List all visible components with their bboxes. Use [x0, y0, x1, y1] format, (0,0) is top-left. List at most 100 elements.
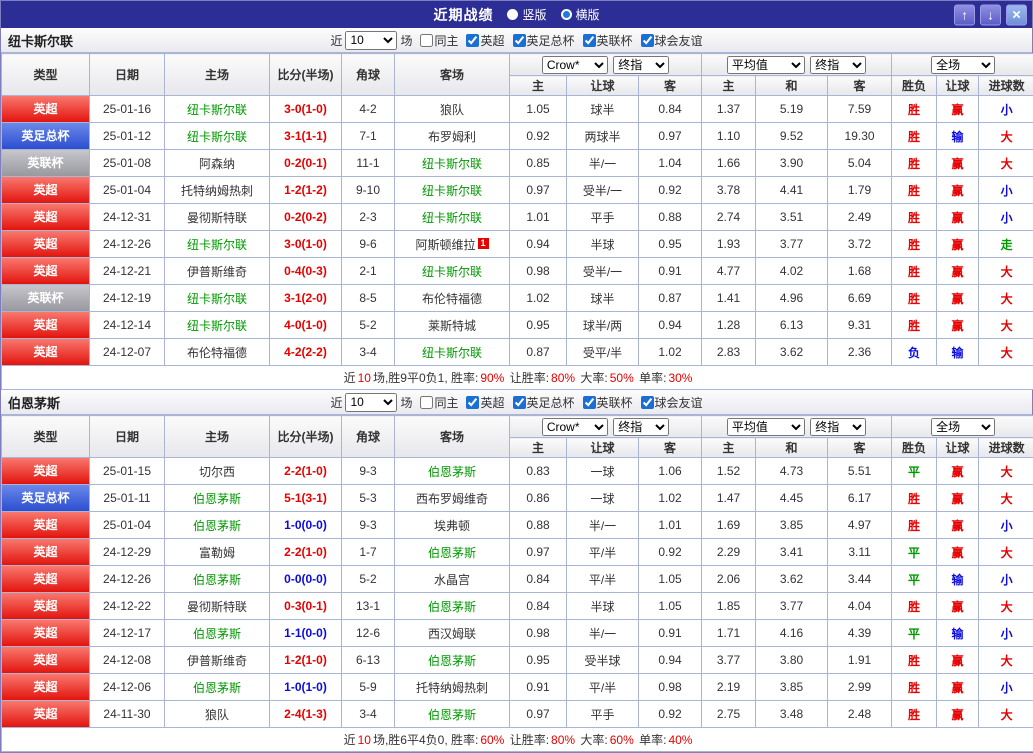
same-venue-checkbox[interactable]: 同主 [420, 32, 458, 49]
avg-stage-select[interactable]: 终指 [810, 56, 866, 74]
odds-stage-select[interactable]: 终指 [613, 418, 669, 436]
friendly-checkbox[interactable]: 球会友谊 [641, 394, 703, 411]
odds-handicap: 半/一 [567, 620, 639, 647]
result-goals: 走 [979, 231, 1033, 258]
avg-draw: 3.41 [756, 539, 828, 566]
avg-odds-header: 平均值 终指 [702, 416, 892, 438]
checkbox-input[interactable] [466, 34, 479, 47]
odds-away: 1.06 [639, 458, 702, 485]
match-date: 25-01-08 [90, 150, 165, 177]
checkbox-input[interactable] [420, 34, 433, 47]
layout-radio-horizontal[interactable]: 横版 [561, 6, 600, 23]
result-handicap: 赢 [937, 674, 979, 701]
avg-draw-header: 和 [756, 76, 828, 96]
result-goals: 小 [979, 620, 1033, 647]
score: 1-0(0-0) [270, 512, 342, 539]
result-outcome: 平 [892, 620, 937, 647]
friendly-checkbox[interactable]: 球会友谊 [641, 32, 703, 49]
avg-source-select[interactable]: 平均值 [727, 418, 805, 436]
score: 1-2(1-2) [270, 177, 342, 204]
corners: 9-3 [342, 512, 395, 539]
checkbox-input[interactable] [583, 34, 596, 47]
odds-away: 0.92 [639, 701, 702, 728]
away-team: 伯恩茅斯 [395, 593, 510, 620]
home-team: 富勒姆 [165, 539, 270, 566]
epl-checkbox[interactable]: 英超 [466, 32, 504, 49]
avg-away-header: 客 [828, 438, 892, 458]
odds-away: 0.87 [639, 285, 702, 312]
same-venue-checkbox[interactable]: 同主 [420, 394, 458, 411]
odds-home: 0.91 [510, 674, 567, 701]
odds-stage-select[interactable]: 终指 [613, 56, 669, 74]
league-badge: 英联杯 [2, 285, 89, 311]
move-down-button[interactable]: ↓ [980, 4, 1001, 25]
checkbox-input[interactable] [513, 396, 526, 409]
score: 0-3(0-1) [270, 593, 342, 620]
checkbox-input[interactable] [420, 396, 433, 409]
odds-source-select[interactable]: Crow* [542, 418, 608, 436]
col-header-type: 类型 [2, 54, 90, 96]
move-up-button[interactable]: ↑ [954, 4, 975, 25]
match-row: 英联杯25-01-08阿森纳0-2(0-1)11-1纽卡斯尔联0.85半/一1.… [2, 150, 1033, 177]
match-row: 英联杯24-12-19纽卡斯尔联3-1(2-0)8-5布伦特福德1.02球半0.… [2, 285, 1033, 312]
fa-cup-checkbox[interactable]: 英足总杯 [513, 394, 575, 411]
result-scope-select[interactable]: 全场 [931, 56, 995, 74]
odds-home: 0.92 [510, 123, 567, 150]
score: 4-0(1-0) [270, 312, 342, 339]
avg-home: 4.77 [702, 258, 756, 285]
checkbox-input[interactable] [641, 34, 654, 47]
home-team: 伯恩茅斯 [165, 674, 270, 701]
league-badge: 英联杯 [2, 150, 89, 176]
checkbox-input[interactable] [641, 396, 654, 409]
result-goals: 大 [979, 339, 1033, 366]
layout-radio-vertical[interactable]: 竖版 [507, 6, 546, 23]
odds-away: 0.84 [639, 96, 702, 123]
odds-away: 0.94 [639, 312, 702, 339]
corners: 11-1 [342, 150, 395, 177]
league-badge-cell: 英超 [2, 593, 90, 620]
avg-away: 2.49 [828, 204, 892, 231]
close-button[interactable]: × [1006, 4, 1027, 25]
epl-checkbox[interactable]: 英超 [466, 394, 504, 411]
league-cup-checkbox[interactable]: 英联杯 [583, 32, 633, 49]
avg-home: 2.83 [702, 339, 756, 366]
match-count-select[interactable]: 10 [345, 31, 397, 50]
away-team: 布伦特福德 [395, 285, 510, 312]
avg-home-header: 主 [702, 76, 756, 96]
score: 5-1(3-1) [270, 485, 342, 512]
avg-draw: 6.13 [756, 312, 828, 339]
avg-away: 4.04 [828, 593, 892, 620]
league-badge-cell: 英超 [2, 701, 90, 728]
avg-stage-select[interactable]: 终指 [810, 418, 866, 436]
avg-draw: 4.02 [756, 258, 828, 285]
checkbox-input[interactable] [466, 396, 479, 409]
match-date: 24-12-19 [90, 285, 165, 312]
avg-source-select[interactable]: 平均值 [727, 56, 805, 74]
checkbox-input[interactable] [513, 34, 526, 47]
match-count-select[interactable]: 10 [345, 393, 397, 412]
result-goals: 大 [979, 285, 1033, 312]
odds-home: 1.02 [510, 285, 567, 312]
result-scope-select[interactable]: 全场 [931, 418, 995, 436]
match-date: 25-01-12 [90, 123, 165, 150]
league-badge: 英超 [2, 96, 89, 122]
team-section: 纽卡斯尔联 近 10 场 同主 英超 英足总杯 英联杯 球会友谊 类型 [1, 28, 1032, 390]
away-team: 西汉姆联 [395, 620, 510, 647]
league-badge-cell: 英超 [2, 339, 90, 366]
fa-cup-checkbox[interactable]: 英足总杯 [513, 32, 575, 49]
match-row: 英超25-01-16纽卡斯尔联3-0(1-0)4-2狼队1.05球半0.841.… [2, 96, 1033, 123]
score: 3-1(1-1) [270, 123, 342, 150]
result-goals: 大 [979, 701, 1033, 728]
odds-away: 1.04 [639, 150, 702, 177]
odds-handicap-header: 让球 [567, 438, 639, 458]
result-outcome-header: 胜负 [892, 76, 937, 96]
odds-away: 0.94 [639, 647, 702, 674]
corners: 13-1 [342, 593, 395, 620]
odds-away: 0.95 [639, 231, 702, 258]
checkbox-input[interactable] [583, 396, 596, 409]
result-handicap: 赢 [937, 150, 979, 177]
league-cup-checkbox[interactable]: 英联杯 [583, 394, 633, 411]
away-team: 纽卡斯尔联 [395, 177, 510, 204]
league-badge-cell: 英足总杯 [2, 485, 90, 512]
odds-source-select[interactable]: Crow* [542, 56, 608, 74]
